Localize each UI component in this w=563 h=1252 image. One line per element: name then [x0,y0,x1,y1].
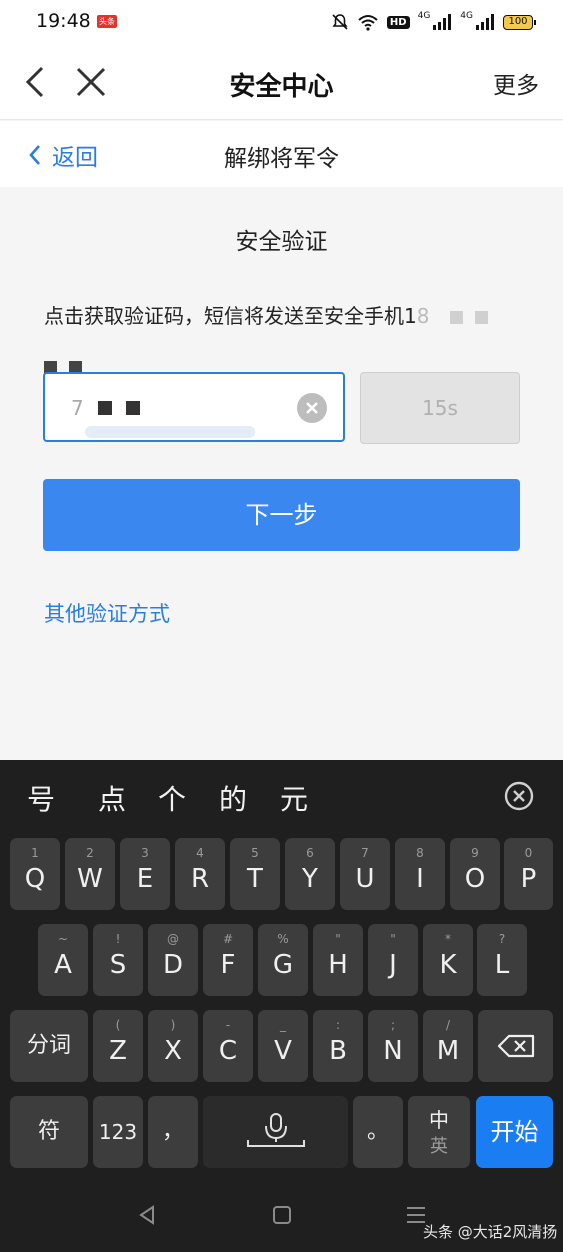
masked-digit [125,401,140,415]
key-t[interactable]: 5T [230,838,280,910]
clear-input-icon[interactable] [297,393,327,423]
key-x[interactable]: ) X [148,1010,198,1082]
symbol-key[interactable]: 符 [10,1096,88,1168]
watermark-text: 头条 @大话2风清扬 [423,1223,558,1241]
key-o[interactable]: 9O [450,838,500,910]
candidate-word[interactable]: 元 [280,778,308,818]
key-d[interactable]: @ D [148,924,198,996]
nav-home-icon[interactable] [272,1204,292,1226]
key-m[interactable]: / M [423,1010,473,1082]
key-n[interactable]: ; N [368,1010,418,1082]
number-key[interactable]: 123 [93,1096,143,1168]
instruction-label: 点击获取验证码，短信将发送至安全手机1 [44,304,417,328]
instruction-suffix: 8 [416,304,430,328]
signal-icon [433,14,452,30]
masked-digit [97,401,112,415]
soft-keyboard: 号 点 个 的 元 1Q 2W 3E 4R 5T 6Y 7U 8I 9O 0P … [0,760,563,1252]
next-step-button[interactable]: 下一步 [43,479,520,551]
masked-digit [474,311,488,324]
key-f[interactable]: # F [203,924,253,996]
key-j[interactable]: " J [368,924,418,996]
wifi-icon [358,15,378,31]
key-v[interactable]: _ V [258,1010,308,1082]
comma-key[interactable]: ， [148,1096,198,1168]
key-k[interactable]: * K [423,924,473,996]
key-b[interactable]: :B [313,1010,363,1082]
section-title: 安全验证 [235,229,328,255]
space-key[interactable] [203,1096,348,1168]
other-verification-link[interactable]: 其他验证方式 [44,598,170,628]
toutiao-badge-icon: 头条 [97,15,117,28]
candidate-word[interactable]: 号 [27,778,55,818]
microphone-icon [246,1113,305,1147]
title-bar: 安全中心 更多 [0,44,563,120]
candidate-word[interactable]: 的 [219,778,247,818]
close-candidates-icon[interactable] [503,780,535,812]
key-a[interactable]: ~ A [38,924,88,996]
key-w[interactable]: 2W [65,838,115,910]
page-title: 安全中心 [229,72,334,102]
key-s[interactable]: ! S [93,924,143,996]
candidate-word[interactable]: 个 [158,778,186,818]
backspace-icon [497,1034,534,1058]
key-y[interactable]: 6Y [285,838,335,910]
code-value: 7 [71,396,140,420]
signal-icon [476,14,494,30]
key-l[interactable]: ? L [477,924,527,996]
key-i[interactable]: 8I [395,838,445,910]
network-type-label: 4G [417,11,431,21]
nav-back-icon[interactable] [137,1204,157,1226]
hd-icon: HD [386,15,410,29]
mute-bell-icon [332,14,348,30]
key-q[interactable]: 1Q [10,838,60,910]
blur-mask [85,426,255,438]
more-button[interactable]: 更多 [493,66,539,100]
battery-icon: 100 [503,14,536,30]
sub-title: 解绑将军令 [224,146,339,172]
masked-digit [449,311,463,324]
sub-nav: 返回 解绑将军令 [0,121,563,187]
key-r[interactable]: 4R [175,838,225,910]
status-icons: HD 4G 4G 100 [331,10,536,34]
candidate-bar: 号 点 个 的 元 [0,760,563,832]
enter-key[interactable]: 开始 [476,1096,553,1168]
candidate-word[interactable]: 点 [98,778,126,818]
segment-key[interactable]: 分词 [10,1010,88,1082]
key-e[interactable]: 3E [120,838,170,910]
key-z[interactable]: (Z [93,1010,143,1082]
key-h[interactable]: " H [313,924,363,996]
language-switch-key[interactable]: 中 英 [408,1096,470,1168]
status-time: 19:48 [36,10,91,32]
network-type-label: 4G [460,11,473,21]
key-c[interactable]: -C [203,1010,253,1082]
key-p[interactable]: 0P [504,838,553,910]
key-u[interactable]: 7U [340,838,390,910]
code-visible-digit: 7 [71,396,84,420]
key-g[interactable]: % G [258,924,308,996]
resend-code-button[interactable]: 15s [360,372,520,444]
status-bar: 19:48 头条 HD 4G 4G 100 [0,0,563,44]
verification-code-input[interactable]: 7 [43,372,345,442]
backspace-key[interactable] [478,1010,553,1082]
period-key[interactable]: 。 [353,1096,403,1168]
